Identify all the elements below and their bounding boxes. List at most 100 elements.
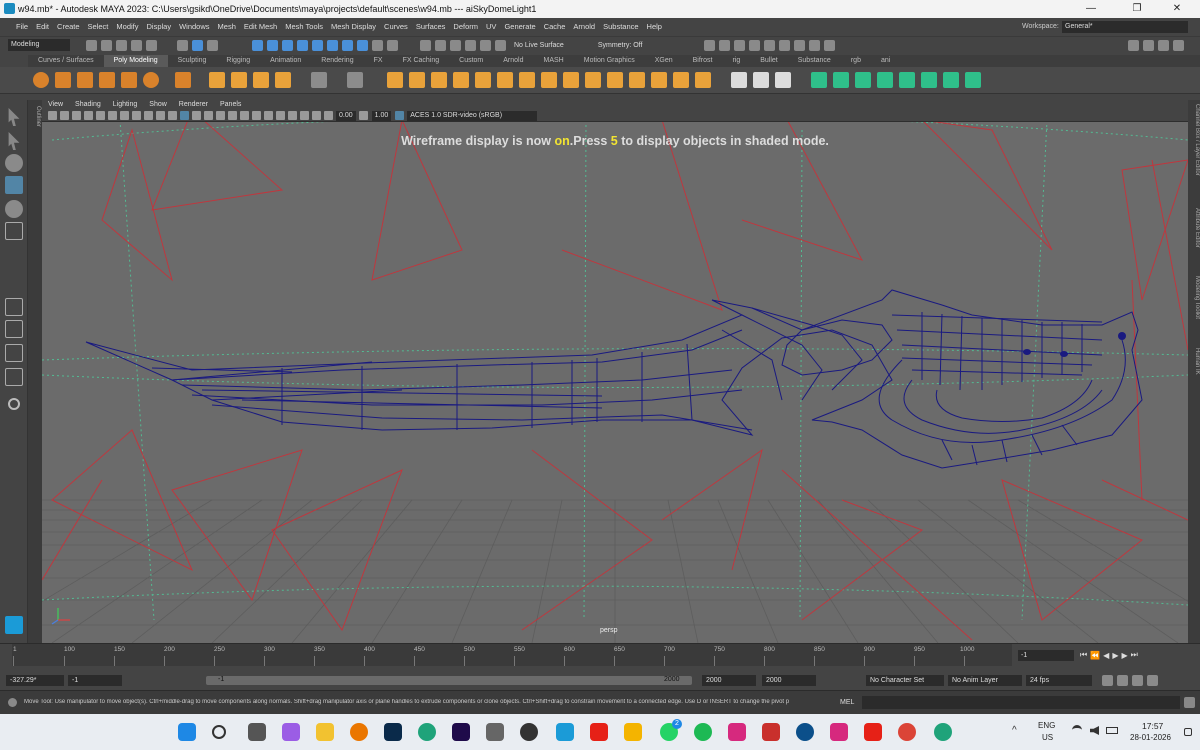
instagram-icon-2[interactable]: [830, 723, 848, 741]
xray-icon[interactable]: [299, 111, 309, 120]
mel-label[interactable]: MEL: [840, 699, 854, 706]
gate-mask-icon[interactable]: [131, 111, 141, 120]
spherical-map-icon[interactable]: [877, 72, 893, 88]
depth-of-field-icon[interactable]: [275, 111, 285, 120]
after-effects-icon[interactable]: [452, 723, 470, 741]
collapse-icon[interactable]: [651, 72, 667, 88]
tray-chevron-icon[interactable]: ^: [1012, 725, 1017, 736]
script-editor-icon[interactable]: [1184, 697, 1195, 708]
menu-uv[interactable]: UV: [482, 18, 500, 36]
menu-edit[interactable]: Edit: [32, 18, 53, 36]
tab-animation[interactable]: Animation: [260, 55, 311, 67]
sound-icon[interactable]: [1132, 675, 1143, 686]
playback-end-field[interactable]: 2000: [762, 675, 816, 686]
blender-icon[interactable]: [350, 723, 368, 741]
edge-icon-2[interactable]: [934, 723, 952, 741]
bevel-icon[interactable]: [519, 72, 535, 88]
close-button[interactable]: ✕: [1154, 0, 1200, 18]
render-frame-icon[interactable]: [420, 39, 431, 51]
tab-curves-surfaces[interactable]: Curves / Surfaces: [28, 55, 104, 67]
sidebar-toggle-4-icon[interactable]: [749, 39, 761, 51]
tab-rigging[interactable]: Rigging: [216, 55, 260, 67]
tab-xgen[interactable]: XGen: [645, 55, 683, 67]
layout-uv-icon[interactable]: [943, 72, 959, 88]
move-tool-icon[interactable]: [5, 176, 23, 194]
menu-display[interactable]: Display: [143, 18, 176, 36]
smooth-icon[interactable]: [431, 72, 447, 88]
render-view-icon[interactable]: [480, 39, 491, 51]
tab-substance[interactable]: Substance: [788, 55, 841, 67]
anim-layer-select[interactable]: No Anim Layer: [948, 675, 1022, 686]
wifi-icon[interactable]: [1072, 725, 1082, 735]
delete-edge-icon[interactable]: [695, 72, 711, 88]
range-slider[interactable]: -1 2000: [206, 676, 692, 685]
attribute-editor-icon[interactable]: [1158, 40, 1169, 51]
isolate-select-icon[interactable]: [287, 111, 297, 120]
combine-icon[interactable]: [347, 72, 363, 88]
sidebar-toggle-3-icon[interactable]: [734, 39, 746, 51]
maya-home-icon[interactable]: [5, 616, 23, 634]
new-scene-icon[interactable]: [86, 39, 97, 51]
maya-taskbar-icon[interactable]: [556, 723, 574, 741]
photoshop-icon[interactable]: [384, 723, 402, 741]
snap-grid-icon[interactable]: [252, 39, 263, 51]
snap-misc-icon[interactable]: [357, 39, 368, 51]
svg-tool-icon[interactable]: [275, 72, 291, 88]
four-view-icon[interactable]: [5, 320, 23, 338]
cylindrical-map-icon[interactable]: [855, 72, 871, 88]
sidebar-toggle-7-icon[interactable]: [794, 39, 806, 51]
poly-cylinder-icon[interactable]: [77, 72, 93, 88]
vp-menu-panels[interactable]: Panels: [214, 100, 247, 110]
vp-menu-renderer[interactable]: Renderer: [173, 100, 214, 110]
menu-generate[interactable]: Generate: [500, 18, 539, 36]
poly-plane-icon[interactable]: [121, 72, 137, 88]
menu-file[interactable]: File: [12, 18, 32, 36]
shadows-icon[interactable]: [227, 111, 237, 120]
redo-icon[interactable]: [146, 39, 157, 51]
history-icon[interactable]: [387, 39, 398, 51]
battery-icon[interactable]: [1106, 727, 1118, 734]
uv-editor-icon[interactable]: [811, 72, 827, 88]
play-forward-icon[interactable]: ▶: [1112, 651, 1118, 660]
image-plane-icon[interactable]: [83, 111, 93, 120]
film-gate-icon[interactable]: [107, 111, 117, 120]
tab-rig[interactable]: rig: [722, 55, 750, 67]
save-scene-icon[interactable]: [116, 39, 127, 51]
menu-surfaces[interactable]: Surfaces: [412, 18, 450, 36]
connect-icon[interactable]: [629, 72, 645, 88]
planar-map-icon[interactable]: [833, 72, 849, 88]
symmetry-field[interactable]: Symmetry: Off: [598, 42, 643, 49]
search-icon[interactable]: [8, 398, 20, 410]
two-view-icon[interactable]: [5, 344, 23, 362]
copilot-icon[interactable]: [282, 723, 300, 741]
screen-ao-icon[interactable]: [239, 111, 249, 120]
goto-end-icon[interactable]: ⏭: [1131, 650, 1138, 660]
menu-windows[interactable]: Windows: [175, 18, 213, 36]
step-forward-icon[interactable]: ▶: [1121, 651, 1127, 660]
uv-shell-icon[interactable]: [965, 72, 981, 88]
menu-select[interactable]: Select: [84, 18, 113, 36]
instagram-icon-1[interactable]: [728, 723, 746, 741]
language-label[interactable]: ENG: [1038, 721, 1055, 730]
menu-mesh-display[interactable]: Mesh Display: [327, 18, 380, 36]
windows-start-icon[interactable]: [178, 723, 196, 741]
vp-menu-lighting[interactable]: Lighting: [107, 100, 144, 110]
red-app-icon[interactable]: [762, 723, 780, 741]
timeline-ruler[interactable]: 1 100 150 200 250 300 350 400 450 500 55…: [12, 644, 1012, 666]
extrude-icon[interactable]: [475, 72, 491, 88]
exposure-field[interactable]: 0.00: [336, 110, 356, 121]
tab-sculpting[interactable]: Sculpting: [168, 55, 217, 67]
menu-modify[interactable]: Modify: [112, 18, 142, 36]
channel-box-tab[interactable]: Channel Box / Layer Editor: [1188, 104, 1200, 176]
sidebar-toggle-5-icon[interactable]: [764, 39, 776, 51]
bridge-icon[interactable]: [497, 72, 513, 88]
channel-box-icon[interactable]: [1173, 40, 1184, 51]
menu-deform[interactable]: Deform: [449, 18, 482, 36]
tab-bifrost[interactable]: Bifrost: [683, 55, 723, 67]
select-tool-icon[interactable]: [8, 108, 20, 126]
tab-motion-graphics[interactable]: Motion Graphics: [574, 55, 645, 67]
clock-time[interactable]: 17:57: [1142, 721, 1163, 731]
media-player-icon[interactable]: [486, 723, 504, 741]
menuset-select[interactable]: Modeling: [8, 39, 70, 51]
safe-title-icon[interactable]: [167, 111, 177, 120]
